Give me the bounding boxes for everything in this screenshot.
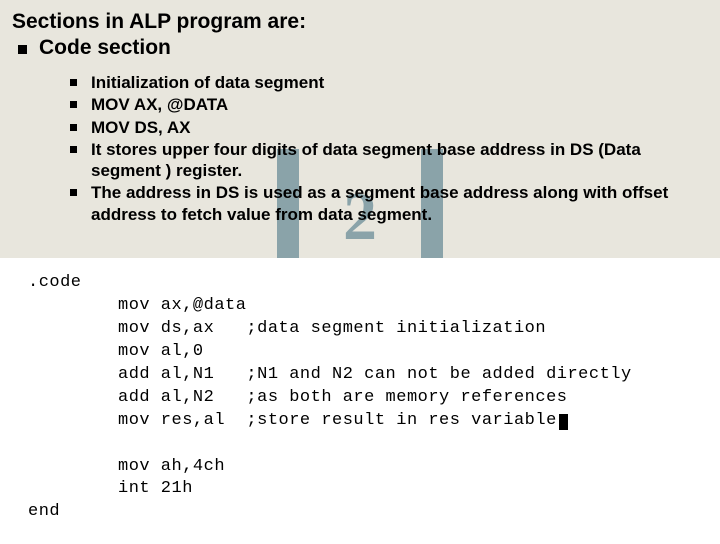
list-item-text: It stores upper four digits of data segm… bbox=[91, 139, 708, 182]
list-item-text: MOV AX, @DATA bbox=[91, 94, 228, 115]
code-line: int 21h bbox=[118, 478, 692, 501]
code-line: mov al,0 bbox=[118, 341, 692, 364]
bullet-icon bbox=[70, 189, 77, 196]
code-text: mov res,al ;store result in res variable bbox=[118, 411, 557, 430]
code-line: add al,N2 ;as both are memory references bbox=[118, 387, 692, 410]
list-item-text: Initialization of data segment bbox=[91, 72, 324, 93]
list-item: Initialization of data segment bbox=[70, 72, 708, 93]
main-bullet: Code section bbox=[18, 36, 708, 62]
code-line: add al,N1 ;N1 and N2 can not be added di… bbox=[118, 364, 692, 387]
list-item: It stores upper four digits of data segm… bbox=[70, 139, 708, 182]
code-line: mov ds,ax ;data segment initialization bbox=[118, 318, 692, 341]
code-line: mov ah,4ch bbox=[118, 456, 692, 479]
list-item: MOV AX, @DATA bbox=[70, 94, 708, 115]
text-cursor-icon bbox=[559, 414, 568, 430]
code-line: mov ax,@data bbox=[118, 295, 692, 318]
code-line: end bbox=[28, 501, 692, 524]
code-line: .code bbox=[28, 272, 692, 295]
bullet-icon bbox=[70, 124, 77, 131]
slide-heading: Sections in ALP program are: bbox=[12, 10, 708, 34]
bullet-icon bbox=[70, 146, 77, 153]
blank-line bbox=[28, 433, 692, 456]
main-bullet-text: Code section bbox=[39, 36, 171, 60]
code-block: .code mov ax,@data mov ds,ax ;data segme… bbox=[0, 258, 720, 544]
sub-bullet-list: Initialization of data segment MOV AX, @… bbox=[70, 72, 708, 225]
bullet-icon bbox=[70, 79, 77, 86]
list-item: MOV DS, AX bbox=[70, 117, 708, 138]
list-item-text: The address in DS is used as a segment b… bbox=[91, 182, 708, 225]
bullet-icon bbox=[70, 101, 77, 108]
slide-content: Sections in ALP program are: Code sectio… bbox=[0, 0, 720, 225]
list-item-text: MOV DS, AX bbox=[91, 117, 191, 138]
code-line: mov res,al ;store result in res variable bbox=[118, 410, 692, 433]
list-item: The address in DS is used as a segment b… bbox=[70, 182, 708, 225]
bullet-icon bbox=[18, 45, 27, 54]
